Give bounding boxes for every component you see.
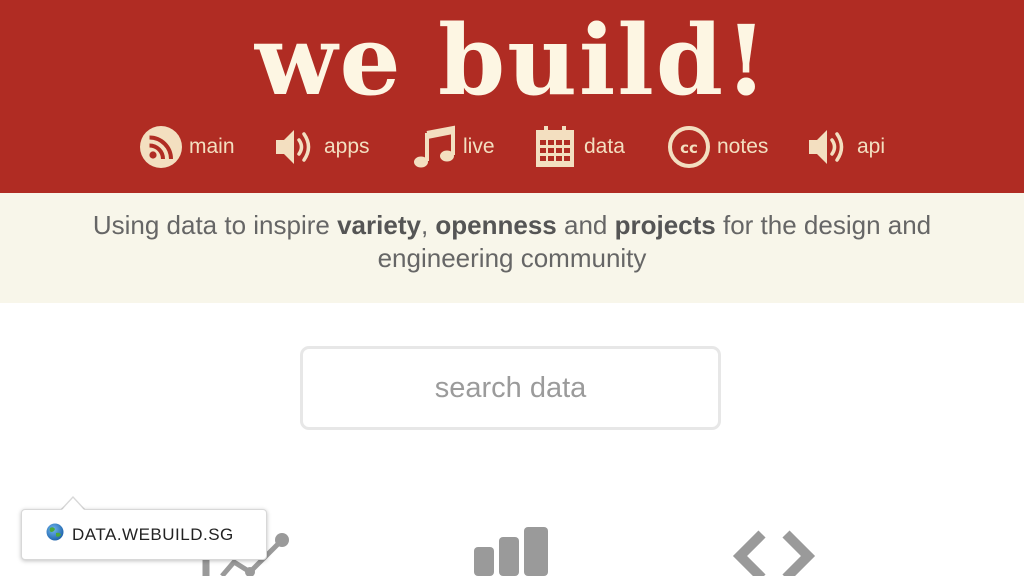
main-nav: main apps live data cc notes api bbox=[0, 122, 1024, 172]
nav-label-live: live bbox=[463, 135, 495, 158]
tagline-text-3: and bbox=[556, 210, 615, 240]
tagline-text-1: Using data to inspire bbox=[92, 210, 338, 240]
nav-item-notes[interactable]: cc notes bbox=[667, 122, 768, 172]
calendar-icon bbox=[534, 125, 584, 169]
code-icon[interactable] bbox=[732, 530, 816, 581]
tagline-banner: Using data to inspire variety, openness … bbox=[0, 193, 1024, 303]
nav-label-data: data bbox=[584, 135, 625, 158]
site-logo[interactable]: we build! bbox=[0, 6, 1024, 116]
nav-item-live[interactable]: live bbox=[413, 122, 495, 172]
svg-text:cc: cc bbox=[680, 139, 698, 157]
site-tooltip: DATA.WEBUILD.SG bbox=[21, 509, 267, 560]
site-header: we build! main apps live data cc notes a… bbox=[0, 0, 1024, 193]
search-input[interactable] bbox=[300, 346, 721, 430]
tagline-bold-variety: variety bbox=[337, 210, 421, 240]
nav-item-data[interactable]: data bbox=[534, 122, 625, 172]
speaker-icon bbox=[807, 125, 857, 169]
globe-icon bbox=[46, 523, 64, 546]
rss-icon bbox=[139, 125, 189, 169]
nav-label-api: api bbox=[857, 135, 886, 158]
tooltip-text: DATA.WEBUILD.SG bbox=[72, 524, 234, 544]
tooltip-arrow-inner bbox=[61, 498, 85, 511]
speaker-icon bbox=[274, 125, 324, 169]
nav-item-api[interactable]: api bbox=[807, 122, 885, 172]
nav-label-notes: notes bbox=[717, 135, 769, 158]
nav-item-main[interactable]: main bbox=[139, 122, 235, 172]
nav-item-apps[interactable]: apps bbox=[274, 122, 370, 172]
bar-chart-icon[interactable] bbox=[472, 525, 552, 581]
creative-commons-icon: cc bbox=[667, 125, 717, 169]
music-note-icon bbox=[413, 125, 463, 169]
tagline-bold-openness: openness bbox=[435, 210, 557, 240]
tagline-text-2: , bbox=[420, 210, 436, 240]
tagline: Using data to inspire variety, openness … bbox=[40, 209, 984, 275]
tagline-bold-projects: projects bbox=[614, 210, 716, 240]
nav-label-apps: apps bbox=[324, 135, 370, 158]
nav-label-main: main bbox=[189, 135, 235, 158]
